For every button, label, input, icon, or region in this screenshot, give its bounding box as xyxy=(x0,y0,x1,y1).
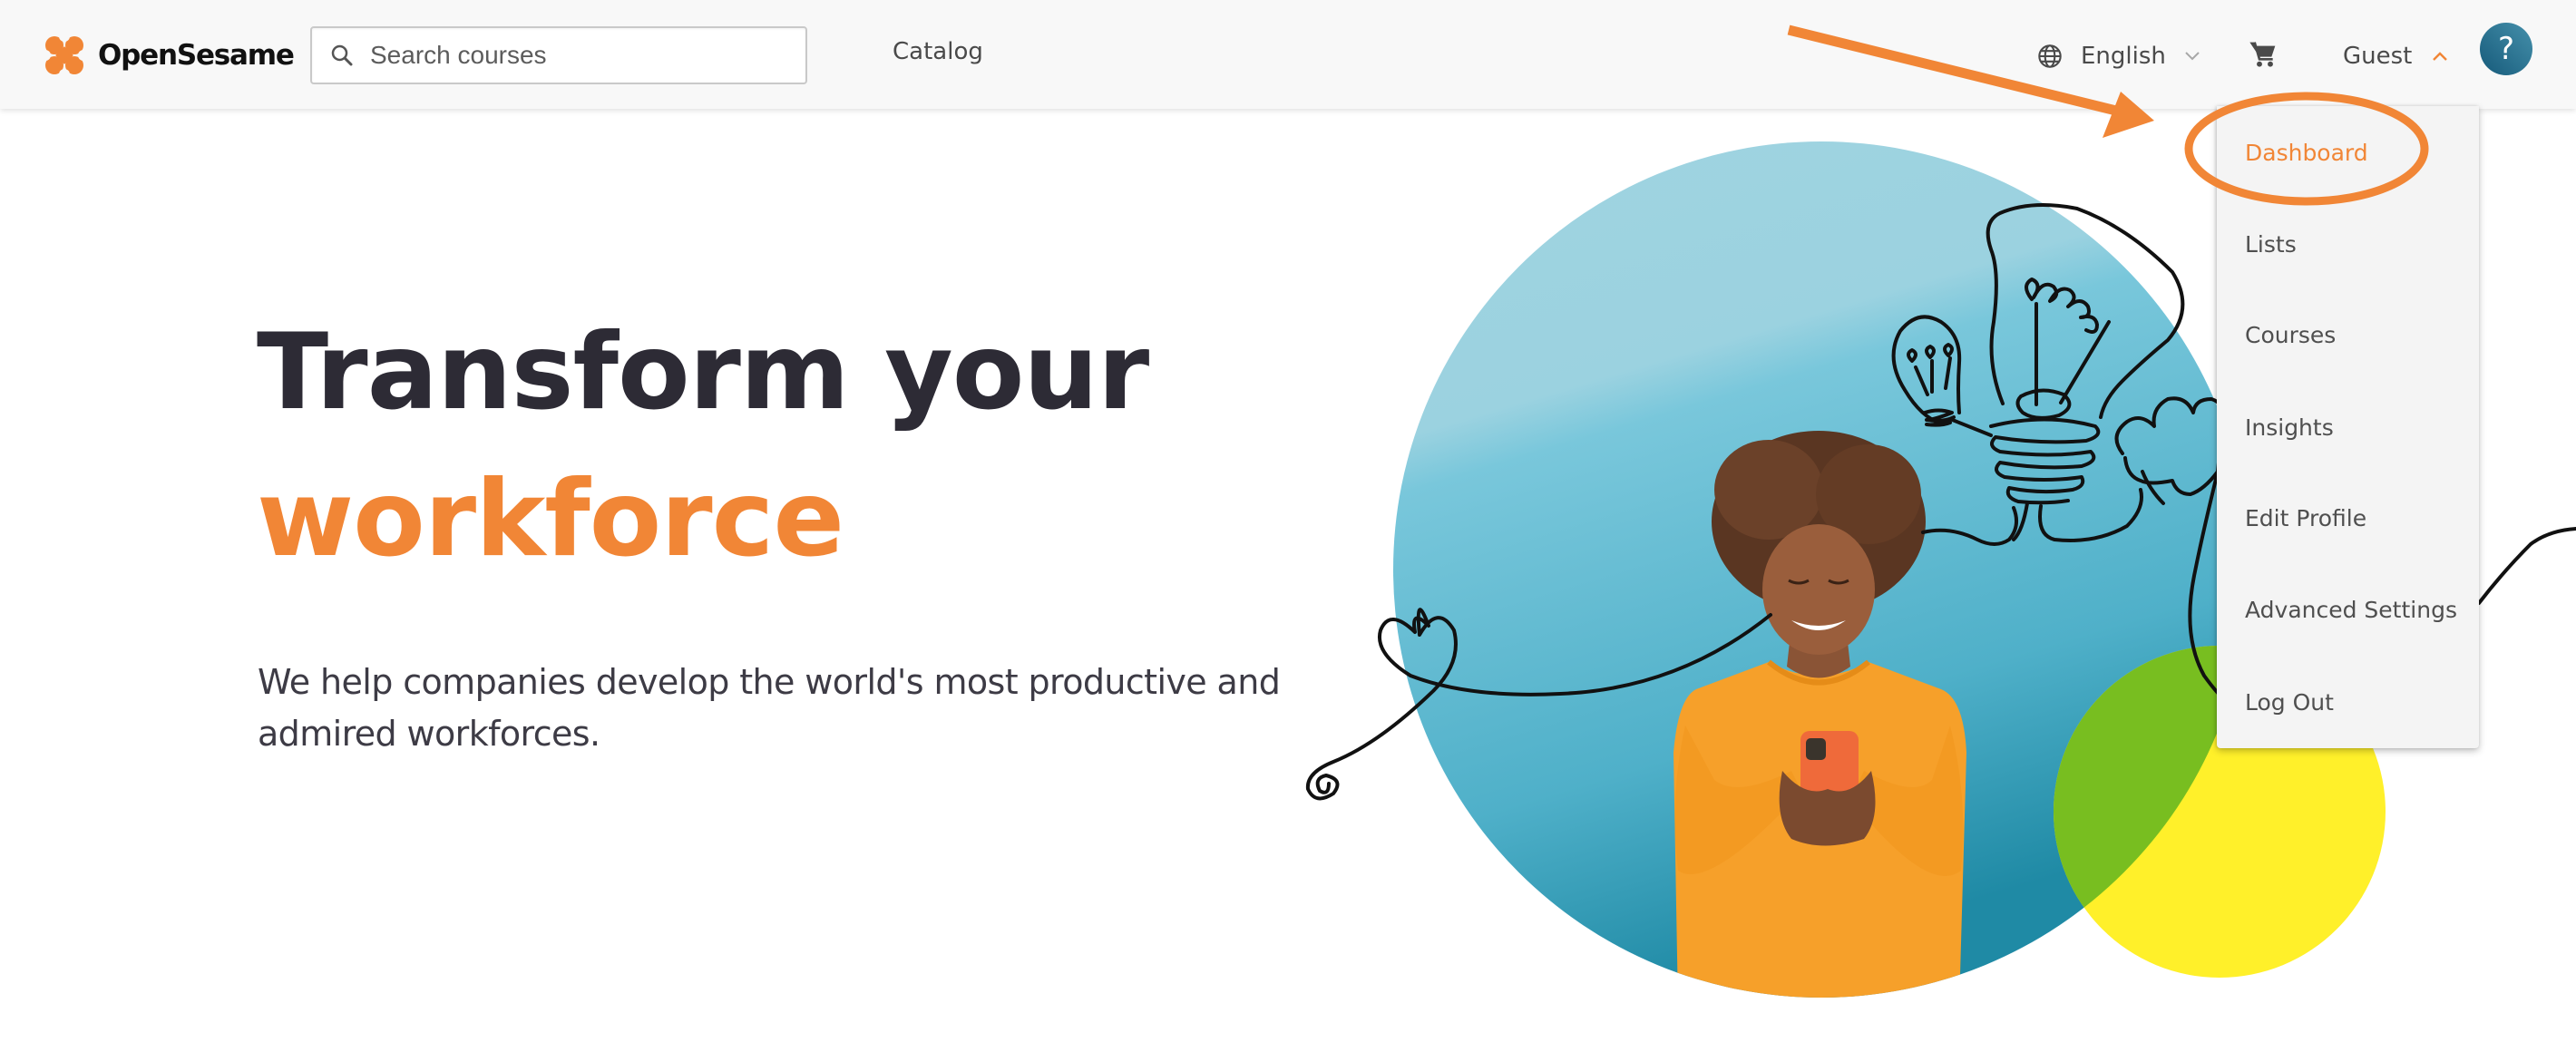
menu-item-log-out[interactable]: Log Out xyxy=(2245,689,2334,716)
menu-item-lists[interactable]: Lists xyxy=(2245,231,2297,258)
shopping-cart-icon[interactable] xyxy=(2248,40,2278,69)
search-input[interactable] xyxy=(368,40,789,71)
brand-name: OpenSesame xyxy=(98,39,295,72)
chevron-down-icon xyxy=(2185,52,2200,61)
hero-illustration xyxy=(1305,141,2576,998)
help-button[interactable]: ? xyxy=(2480,23,2532,75)
menu-item-courses[interactable]: Courses xyxy=(2245,322,2336,348)
opensesame-logo[interactable]: OpenSesame xyxy=(42,31,295,80)
globe-icon xyxy=(2038,44,2062,68)
search-box[interactable] xyxy=(310,26,807,84)
user-dropdown-menu: Dashboard Lists Courses Insights Edit Pr… xyxy=(2217,106,2479,748)
menu-item-dashboard[interactable]: Dashboard xyxy=(2245,140,2368,166)
menu-item-edit-profile[interactable]: Edit Profile xyxy=(2245,505,2366,531)
chevron-up-icon xyxy=(2433,52,2448,61)
user-menu-toggle[interactable]: Guest xyxy=(2343,36,2448,76)
menu-item-advanced-settings[interactable]: Advanced Settings xyxy=(2245,597,2457,623)
nav-catalog-link[interactable]: Catalog xyxy=(893,38,983,65)
menu-item-insights[interactable]: Insights xyxy=(2245,414,2334,441)
language-label: English xyxy=(2081,43,2166,70)
user-name: Guest xyxy=(2343,43,2413,70)
top-navigation-bar: OpenSesame Catalog English Guest xyxy=(0,0,2576,109)
search-icon xyxy=(331,44,353,66)
person-illustration xyxy=(1673,431,1966,998)
language-selector[interactable]: English xyxy=(2037,36,2200,76)
opensesame-logo-icon xyxy=(42,33,87,78)
help-question-icon: ? xyxy=(2497,31,2515,67)
